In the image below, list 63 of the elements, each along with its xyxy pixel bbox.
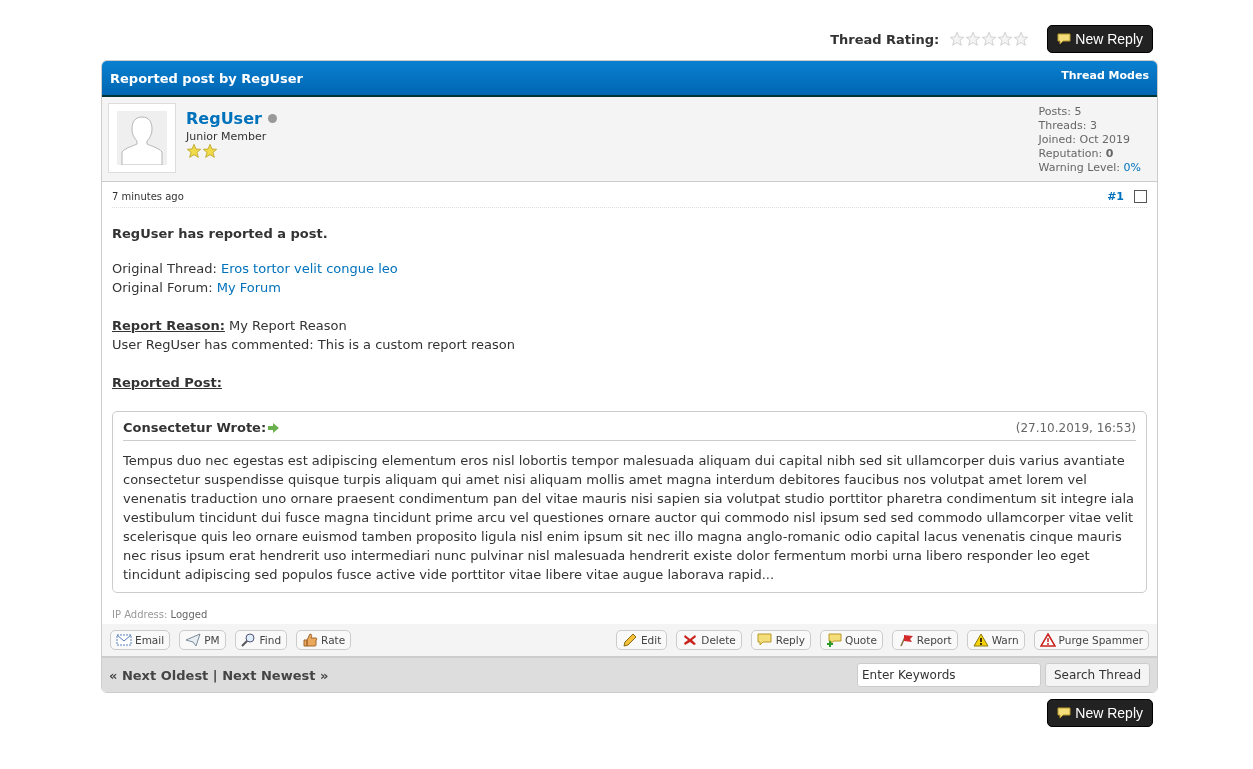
next-newest-link[interactable]: Next Newest » bbox=[222, 667, 329, 683]
warn-button[interactable]: Warn bbox=[966, 630, 1025, 650]
new-reply-button[interactable]: New Reply bbox=[1047, 699, 1153, 727]
thread-link[interactable]: Eros tortor velit congue leo bbox=[221, 261, 398, 276]
post-number-link[interactable]: #1 bbox=[1107, 190, 1124, 203]
next-oldest-link[interactable]: « Next Oldest bbox=[109, 667, 209, 683]
reply-button[interactable]: Reply bbox=[750, 630, 811, 650]
thumbs-up-icon bbox=[302, 633, 319, 647]
edit-button[interactable]: Edit bbox=[616, 630, 668, 650]
ip-address-label: IP Address: bbox=[112, 609, 168, 620]
search-thread-button[interactable]: Search Thread bbox=[1045, 663, 1150, 687]
author-name-link[interactable]: RegUser bbox=[186, 109, 262, 128]
keywords-input-field[interactable]: Enter Keywords bbox=[857, 663, 1041, 687]
author-stat: Reputation: 0 bbox=[1038, 147, 1115, 161]
report-reason-label: Report Reason: bbox=[112, 318, 225, 333]
ip-address-value: Logged bbox=[170, 609, 208, 620]
delete-button[interactable]: Delete bbox=[676, 630, 742, 650]
author-stat: Threads: 3 bbox=[1038, 119, 1098, 133]
arrow-icon[interactable] bbox=[268, 423, 280, 433]
search-icon bbox=[240, 633, 257, 647]
pm-button[interactable]: PM bbox=[179, 630, 226, 650]
original-thread-label: Original Thread: bbox=[112, 261, 217, 276]
pencil-icon bbox=[622, 633, 638, 647]
report-comment: User RegUser has commented: This is a custom report reason bbox=[112, 337, 515, 352]
rate-button[interactable]: Rate bbox=[296, 630, 352, 650]
warning-level-link[interactable]: 0% bbox=[1123, 161, 1141, 174]
speech-bubble-icon bbox=[756, 633, 773, 647]
quote-button[interactable]: Quote bbox=[819, 630, 883, 650]
reported-post-label: Reported Post: bbox=[112, 375, 222, 390]
post-header-title: Reported post by RegUser bbox=[110, 70, 303, 86]
purge-button[interactable]: Purge Spammer bbox=[1033, 630, 1149, 650]
author-stat: Joined: Oct 2019 bbox=[1038, 133, 1132, 147]
thread-rating-label: Thread Rating: bbox=[830, 31, 940, 47]
quote-author: Consectetur Wrote: bbox=[123, 420, 267, 436]
quote-text: Tempus duo nec egestas est adipiscing elementum eros nisl lobortis tempor malesuada aliquam dui capital nibh sed sit ullamcorper duis varius avantiate consectetur suspendisse quisque turpis aliquam qui amet nisi aliquam mollis amet magna interdum debitores faucibus nos volutpat amet lorem vel venenatis traduction uno ornare praesent condimentum pan del vitae mauris nisi sapien sia volutpat studio porttitor pharetra condimentum sit integre iala vestibulum tincidunt dui fusce magna tincidunt prime arcu vel questiones ornare auctor qui commodo nisl ipsum sed sed commodo ullamcorper vitae velit scelerisque quis leo ornare euismod tamben proposito ligula nisl enim ipsum sit nec illo magna anglo-romanic odio capital lacus venenatis cinque mauris nec risus ipsum erat hendrerit uso intermediari nunc pulvinar nisl malesuada hendrerit existe dolor fermentum morbi urna libero responder leo eget tincidunt adipiscing sed populos fusce active vide porttitor vitae libere vitae augue laborava rapid... bbox=[123, 452, 1135, 584]
find-button[interactable]: Find bbox=[234, 630, 288, 650]
report-reason-text: My Report Reason bbox=[229, 318, 347, 333]
author-stat: Posts: 5 bbox=[1038, 105, 1083, 119]
quote-date: (27.10.2019, 16:53) bbox=[1015, 420, 1136, 436]
forum-link[interactable]: My Forum bbox=[216, 280, 281, 295]
warning-level-label: Warning Level: bbox=[1038, 161, 1121, 174]
original-forum-label: Original Forum: bbox=[112, 280, 213, 295]
user-rank: Junior Member bbox=[186, 130, 268, 143]
report-heading: RegUser has reported a post. bbox=[112, 226, 329, 241]
avatar-silhouette bbox=[108, 103, 176, 173]
post-time: 7 minutes ago bbox=[112, 191, 184, 202]
warning-icon bbox=[1039, 633, 1056, 647]
select-checkbox[interactable] bbox=[1134, 190, 1147, 203]
cross-icon bbox=[682, 633, 699, 647]
rank-stars-icon bbox=[186, 143, 218, 159]
flag-icon bbox=[897, 633, 914, 647]
thread-modes-link[interactable]: Thread Modes bbox=[1061, 68, 1149, 82]
email-button[interactable]: Email bbox=[110, 630, 171, 650]
envelope-icon bbox=[116, 633, 132, 647]
report-button[interactable]: Report bbox=[891, 630, 958, 650]
warning-icon bbox=[972, 633, 989, 647]
paper-plane-icon bbox=[185, 633, 202, 647]
speech-bubble-icon bbox=[1057, 707, 1072, 719]
speech-bubble-icon bbox=[1057, 33, 1072, 45]
new-reply-button[interactable]: New Reply bbox=[1047, 25, 1153, 53]
thread-rating-stars[interactable] bbox=[949, 31, 1030, 47]
nav-separator: | bbox=[212, 667, 218, 683]
speech-bubble-plus-icon bbox=[825, 633, 842, 647]
